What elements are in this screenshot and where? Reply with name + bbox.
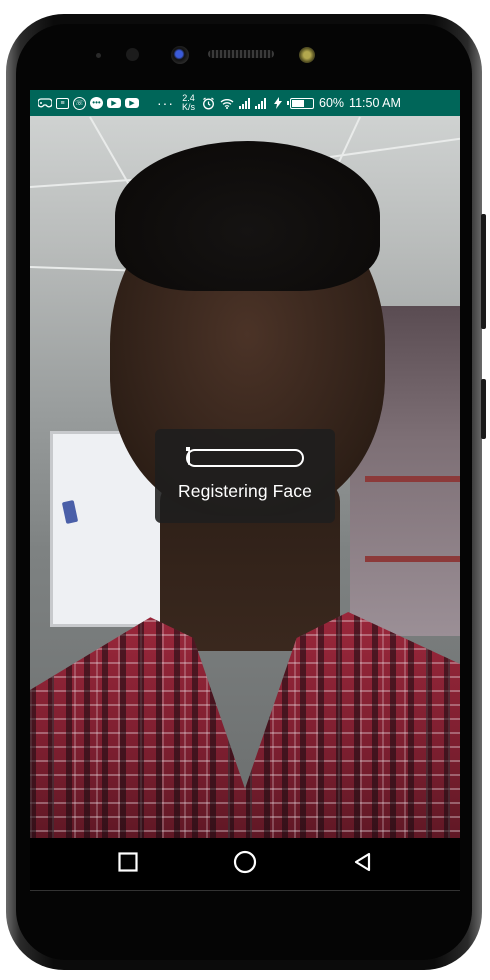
person-hair [115,141,380,291]
signal-icon [239,97,251,109]
navigation-bar [30,838,460,890]
registration-progress-bar [186,447,304,467]
status-bar: ≡ ☏ ••• ▶ ▶ ··· 2.4 K/s 60% 11:50 AM [30,90,460,116]
recent-apps-button[interactable] [98,838,158,890]
light-sensor [126,48,139,61]
screen: ≡ ☏ ••• ▶ ▶ ··· 2.4 K/s 60% 11:50 AM Reg… [30,90,460,838]
background-shelf [365,556,460,562]
square-icon [118,851,138,877]
registering-face-label: Registering Face [178,481,312,501]
more-notifications-icon: ··· [157,95,174,111]
message-icon: ≡ [56,97,69,109]
home-button[interactable] [215,838,275,890]
network-speed: 2.4 K/s [182,94,195,112]
system-icons: 60% 11:50 AM [201,96,401,110]
navigation-divider [30,890,460,891]
front-camera [171,46,189,64]
volume-button [481,214,486,329]
charging-icon [271,97,285,109]
network-speed-unit: K/s [182,102,196,112]
progress-start-marker [186,447,190,451]
back-button[interactable] [333,838,393,890]
registration-progress-fill [188,451,191,465]
wifi-icon [220,97,234,109]
battery-fill [292,99,305,107]
whatsapp-icon: ☏ [73,96,86,110]
chat-bubble-icon: ••• [90,97,103,109]
power-button [481,379,486,439]
triangle-back-icon [353,852,373,877]
signal-icon [255,97,267,109]
background-shelf [365,476,460,482]
battery-percent: 60% [319,96,345,110]
clock: 11:50 AM [349,96,401,110]
notification-icons: ≡ ☏ ••• ▶ ▶ ··· [30,95,174,111]
earpiece-speaker [208,50,274,58]
alarm-icon [201,97,215,109]
gamepad-icon [38,97,52,109]
registering-face-dialog: Registering Face [155,429,335,523]
front-flash [299,47,315,63]
proximity-sensor [96,53,101,58]
youtube-icon: ▶ [107,98,121,108]
battery-icon [287,97,315,109]
circle-icon [233,850,257,879]
youtube-icon: ▶ [125,98,139,108]
